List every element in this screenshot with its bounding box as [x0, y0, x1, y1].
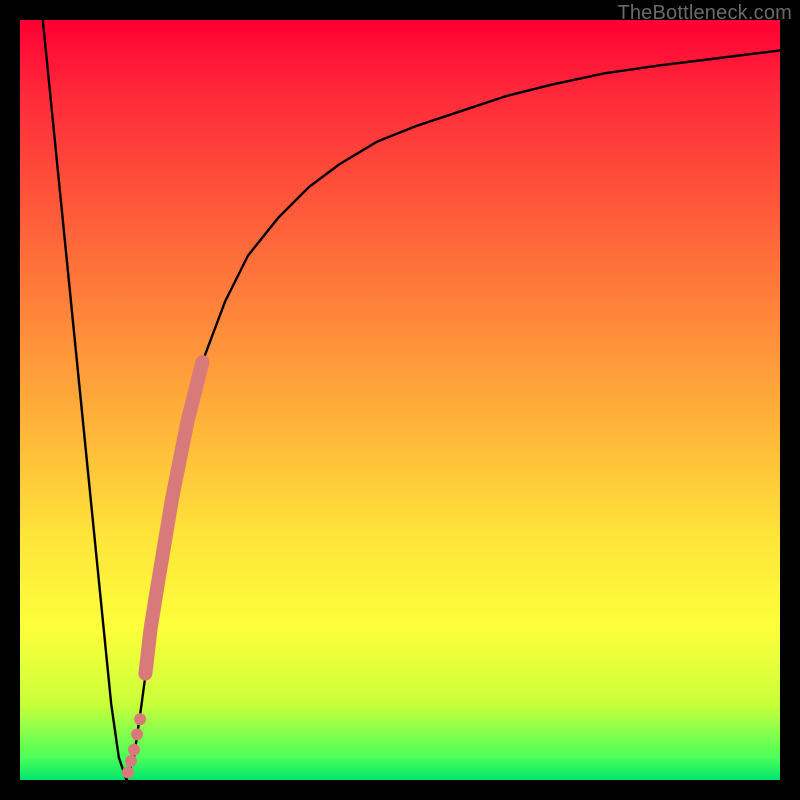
watermark-text: TheBottleneck.com	[617, 2, 792, 25]
chart-frame: TheBottleneck.com	[0, 0, 800, 800]
highlight-dot	[122, 766, 134, 778]
highlight-dot	[134, 713, 146, 725]
plot-area	[20, 20, 780, 780]
highlight-dot	[131, 728, 143, 740]
highlight-dot	[128, 744, 140, 756]
highlight-segment	[145, 362, 202, 674]
highlight-dots	[122, 713, 146, 778]
chart-svg	[20, 20, 780, 780]
highlight-dot	[125, 755, 137, 767]
main-curve	[43, 20, 780, 780]
